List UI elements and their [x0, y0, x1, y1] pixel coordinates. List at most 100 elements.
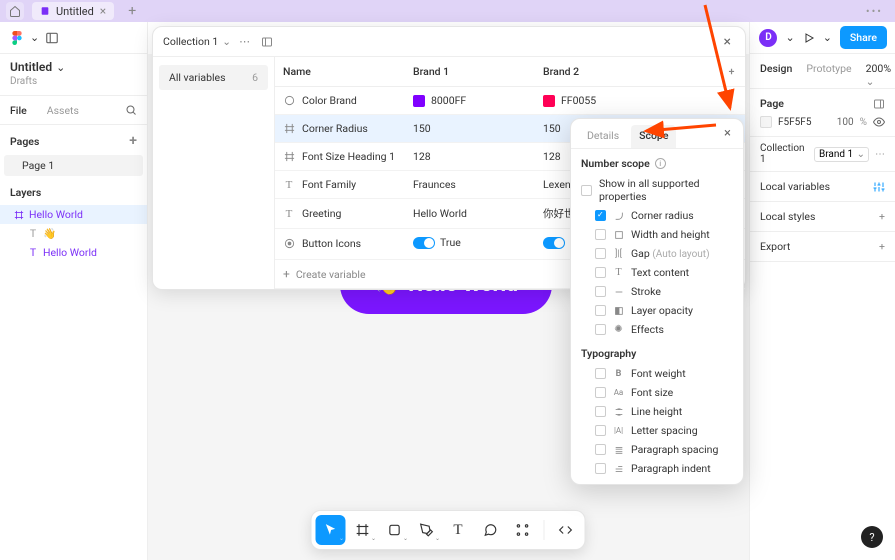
text-tool[interactable]: T: [443, 515, 473, 545]
checkbox[interactable]: [595, 406, 606, 417]
dev-mode-toggle[interactable]: [550, 515, 580, 545]
scope-option[interactable]: |A| Letter spacing: [571, 421, 743, 440]
scope-option[interactable]: Paragraph spacing: [571, 440, 743, 459]
checkbox[interactable]: [595, 463, 606, 474]
checkbox[interactable]: [595, 286, 606, 297]
scope-option[interactable]: Layer opacity: [571, 301, 743, 320]
chevron-down-icon[interactable]: ⌄: [30, 31, 39, 44]
page-color-swatch[interactable]: [760, 116, 772, 128]
scope-option[interactable]: Paragraph indent: [571, 459, 743, 478]
toggle-switch[interactable]: [543, 237, 565, 249]
zoom-level[interactable]: 200% ⌄: [866, 62, 891, 88]
avatar-chevron-icon[interactable]: ⌄: [785, 31, 794, 44]
all-variables-group[interactable]: All variables 6: [159, 65, 268, 90]
scope-option[interactable]: Line height: [571, 402, 743, 421]
checkbox[interactable]: [595, 210, 606, 221]
tab-assets[interactable]: Assets: [37, 104, 89, 117]
file-title-chevron-icon[interactable]: ⌄: [56, 61, 65, 74]
toggle-switch[interactable]: [413, 237, 435, 249]
scope-show-all[interactable]: Show in all supported properties: [571, 174, 743, 206]
value-brand2[interactable]: FF0055: [535, 87, 718, 115]
layer-text[interactable]: T Hello World: [0, 243, 147, 262]
value-brand1[interactable]: True: [405, 229, 535, 260]
sidebar-toggle-icon[interactable]: [261, 36, 273, 48]
page-color-value[interactable]: F5F5F5: [778, 117, 831, 128]
present-chevron-icon[interactable]: ⌄: [823, 31, 832, 44]
panel-toggle-icon[interactable]: [45, 31, 59, 45]
value-brand1[interactable]: 8000FF: [405, 87, 535, 115]
actions-tool[interactable]: [507, 515, 537, 545]
layer-text-emoji[interactable]: T 👋: [0, 224, 147, 243]
visibility-icon[interactable]: [873, 116, 885, 128]
scope-option[interactable]: Corner radius: [571, 206, 743, 225]
file-tab[interactable]: Untitled ×: [32, 2, 114, 20]
search-icon[interactable]: [115, 104, 147, 116]
local-variables-row[interactable]: Local variables: [750, 172, 895, 202]
col-brand2[interactable]: Brand 2: [535, 57, 718, 87]
collection-more-icon[interactable]: ⋯: [875, 149, 885, 160]
page-opacity[interactable]: 100: [837, 117, 854, 128]
tab-design[interactable]: Design: [760, 62, 792, 88]
checkbox[interactable]: [595, 229, 606, 240]
col-brand1[interactable]: Brand 1: [405, 57, 535, 87]
add-style-icon[interactable]: +: [879, 210, 885, 223]
value-brand1[interactable]: Hello World: [405, 199, 535, 229]
add-page-button[interactable]: +: [129, 133, 137, 149]
file-title[interactable]: Untitled: [10, 60, 52, 74]
scope-option[interactable]: Stroke: [571, 282, 743, 301]
close-tab-icon[interactable]: ×: [100, 4, 106, 18]
present-button[interactable]: [803, 32, 815, 44]
tab-details[interactable]: Details: [579, 125, 627, 148]
checkbox[interactable]: [595, 267, 606, 278]
scope-option[interactable]: T Text content: [571, 263, 743, 282]
value-brand1[interactable]: 128: [405, 143, 535, 171]
close-popover-button[interactable]: ×: [720, 126, 735, 147]
page-settings-icon[interactable]: [873, 98, 885, 110]
avatar[interactable]: D: [759, 29, 777, 47]
scope-option[interactable]: ]|[ Gap (Auto layout): [571, 244, 743, 263]
checkbox[interactable]: [595, 444, 606, 455]
home-icon[interactable]: [6, 2, 24, 20]
scope-option[interactable]: Aa Font size: [571, 383, 743, 402]
frame-tool[interactable]: ⌄: [347, 515, 377, 545]
variable-row[interactable]: Color Brand 8000FF FF0055: [275, 87, 745, 115]
collection-name[interactable]: Collection 1: [760, 143, 808, 165]
tab-scope[interactable]: Scope: [631, 125, 676, 148]
collection-selector[interactable]: Collection 1⌄: [163, 35, 231, 48]
layer-frame[interactable]: Hello World: [0, 205, 147, 224]
move-tool[interactable]: ⌄: [315, 515, 345, 545]
checkbox[interactable]: [595, 305, 606, 316]
page-item[interactable]: Page 1: [4, 155, 143, 176]
ls-icon: |A|: [613, 425, 624, 436]
add-tab-button[interactable]: +: [122, 3, 142, 19]
close-panel-button[interactable]: ×: [720, 34, 735, 50]
help-button[interactable]: ?: [861, 526, 883, 548]
checkbox[interactable]: [595, 368, 606, 379]
pen-tool[interactable]: ⌄: [411, 515, 441, 545]
tab-file[interactable]: File: [0, 104, 37, 117]
value-brand1[interactable]: 150: [405, 115, 535, 143]
shape-tool[interactable]: ⌄: [379, 515, 409, 545]
scope-option[interactable]: Width and height: [571, 225, 743, 244]
collection-menu-button[interactable]: ⋯: [239, 35, 251, 48]
tab-prototype[interactable]: Prototype: [806, 62, 851, 88]
info-icon[interactable]: i: [655, 158, 666, 169]
mode-select[interactable]: Brand 1: [814, 147, 869, 162]
add-export-icon[interactable]: +: [879, 240, 885, 253]
window-menu-button[interactable]: •••: [866, 5, 889, 18]
scope-option[interactable]: ✺ Effects: [571, 320, 743, 339]
share-button[interactable]: Share: [840, 26, 887, 49]
checkbox[interactable]: [595, 248, 606, 259]
scope-option[interactable]: B Font weight: [571, 364, 743, 383]
checkbox[interactable]: [595, 425, 606, 436]
checkbox[interactable]: [595, 387, 606, 398]
sliders-icon[interactable]: [873, 181, 885, 193]
local-styles-row[interactable]: Local styles +: [750, 202, 895, 232]
checkbox[interactable]: [595, 324, 606, 335]
export-row[interactable]: Export +: [750, 232, 895, 262]
add-mode-button[interactable]: +: [718, 57, 745, 87]
main-menu-button[interactable]: [10, 31, 24, 45]
value-brand1[interactable]: Fraunces: [405, 171, 535, 199]
comment-tool[interactable]: [475, 515, 505, 545]
file-location[interactable]: Drafts: [0, 76, 147, 95]
